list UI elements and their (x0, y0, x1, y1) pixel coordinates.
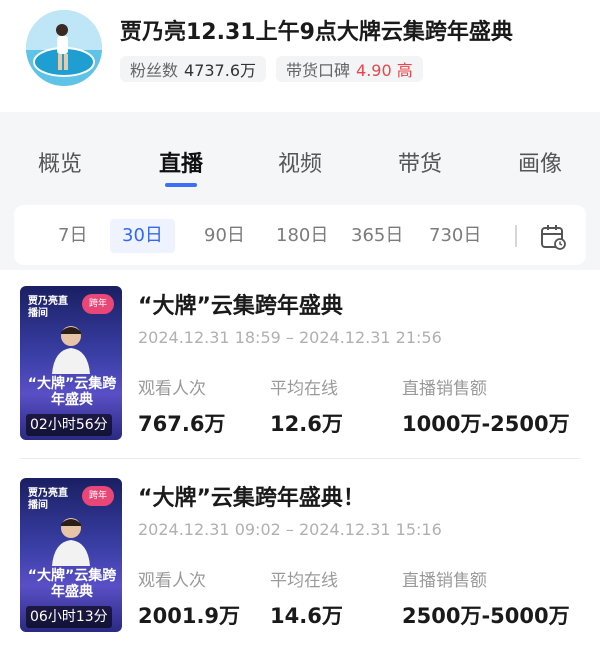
stream-title: “大牌”云集跨年盛典 (138, 294, 343, 319)
thumbnail-logo: 跨年 (82, 294, 114, 314)
period-divider (515, 225, 517, 247)
host-portrait-icon (52, 518, 90, 566)
main-tabs: 概览 直播 视频 带货 画像 (0, 112, 600, 202)
calendar-icon[interactable] (539, 223, 567, 251)
metric-value-sales: 1000万-2500万 (402, 412, 570, 436)
tab-sales[interactable]: 带货 (398, 146, 442, 178)
stream-card[interactable]: 贾乃亮直播间 跨年 “大牌”云集跨年盛典 02小时56分 “大牌”云集跨年盛典 … (0, 270, 600, 462)
card-divider (20, 458, 580, 459)
period-180d[interactable]: 180日 (276, 219, 328, 253)
fans-count-chip: 粉丝数 4737.6万 (120, 56, 267, 82)
tab-overview[interactable]: 概览 (38, 146, 82, 178)
metric-value-avg-online: 12.6万 (270, 412, 343, 436)
metric-label-avg-online: 平均在线 (270, 571, 338, 591)
metric-value-views: 2001.9万 (138, 604, 241, 628)
rating-value: 4.90 高 (356, 61, 413, 80)
stream-time: 2024.12.31 09:02 – 2024.12.31 15:16 (138, 520, 442, 539)
period-90d[interactable]: 90日 (204, 219, 245, 253)
stream-thumbnail[interactable]: 贾乃亮直播间 跨年 “大牌”云集跨年盛典 02小时56分 (20, 286, 122, 440)
period-365d[interactable]: 365日 (351, 219, 403, 253)
stream-thumbnail[interactable]: 贾乃亮直播间 跨年 “大牌”云集跨年盛典 06小时13分 (20, 478, 122, 632)
metric-label-views: 观看人次 (138, 571, 206, 591)
avatar[interactable] (26, 10, 102, 86)
metric-value-avg-online: 14.6万 (270, 604, 343, 628)
thumbnail-host-text: 贾乃亮直播间 (28, 296, 68, 319)
person-with-surfboard-avatar-icon (26, 10, 102, 86)
thumbnail-host-text: 贾乃亮直播间 (28, 488, 68, 511)
metric-value-sales: 2500万-5000万 (402, 604, 570, 628)
streamer-name: 贾乃亮12.31上午9点大牌云集跨年盛典 (120, 20, 513, 45)
metric-label-sales: 直播销售额 (402, 571, 487, 591)
thumbnail-logo: 跨年 (82, 486, 114, 506)
stream-card[interactable]: 贾乃亮直播间 跨年 “大牌”云集跨年盛典 06小时13分 “大牌”云集跨年盛典！… (0, 462, 600, 653)
metric-value-views: 767.6万 (138, 412, 226, 436)
metric-label-avg-online: 平均在线 (270, 379, 338, 399)
duration-badge: 02小时56分 (26, 414, 112, 436)
stream-time: 2024.12.31 18:59 – 2024.12.31 21:56 (138, 328, 442, 347)
duration-badge: 06小时13分 (26, 606, 112, 628)
metric-label-views: 观看人次 (138, 379, 206, 399)
period-730d[interactable]: 730日 (429, 219, 481, 253)
period-7d[interactable]: 7日 (58, 219, 87, 253)
period-selector: 7日 30日 90日 180日 365日 730日 (14, 205, 586, 265)
period-30d[interactable]: 30日 (110, 219, 175, 253)
metric-label-sales: 直播销售额 (402, 379, 487, 399)
tab-live[interactable]: 直播 (159, 146, 203, 178)
stream-list: 贾乃亮直播间 跨年 “大牌”云集跨年盛典 02小时56分 “大牌”云集跨年盛典 … (0, 270, 600, 653)
host-portrait-icon (52, 326, 90, 374)
profile-stats: 粉丝数 4737.6万 带货口碑 4.90 高 (120, 56, 423, 82)
stream-title: “大牌”云集跨年盛典！ (138, 486, 365, 511)
profile-header: 贾乃亮12.31上午9点大牌云集跨年盛典 粉丝数 4737.6万 带货口碑 4.… (0, 0, 600, 112)
fans-label: 粉丝数 (130, 61, 179, 80)
thumbnail-title: “大牌”云集跨年盛典 (27, 376, 117, 408)
active-tab-indicator (165, 183, 197, 187)
tab-video[interactable]: 视频 (278, 146, 322, 178)
thumbnail-title: “大牌”云集跨年盛典 (27, 568, 117, 600)
rating-chip: 带货口碑 4.90 高 (276, 56, 423, 82)
tab-profile[interactable]: 画像 (518, 146, 562, 178)
rating-label: 带货口碑 (286, 61, 351, 80)
fans-value: 4737.6万 (184, 61, 257, 80)
